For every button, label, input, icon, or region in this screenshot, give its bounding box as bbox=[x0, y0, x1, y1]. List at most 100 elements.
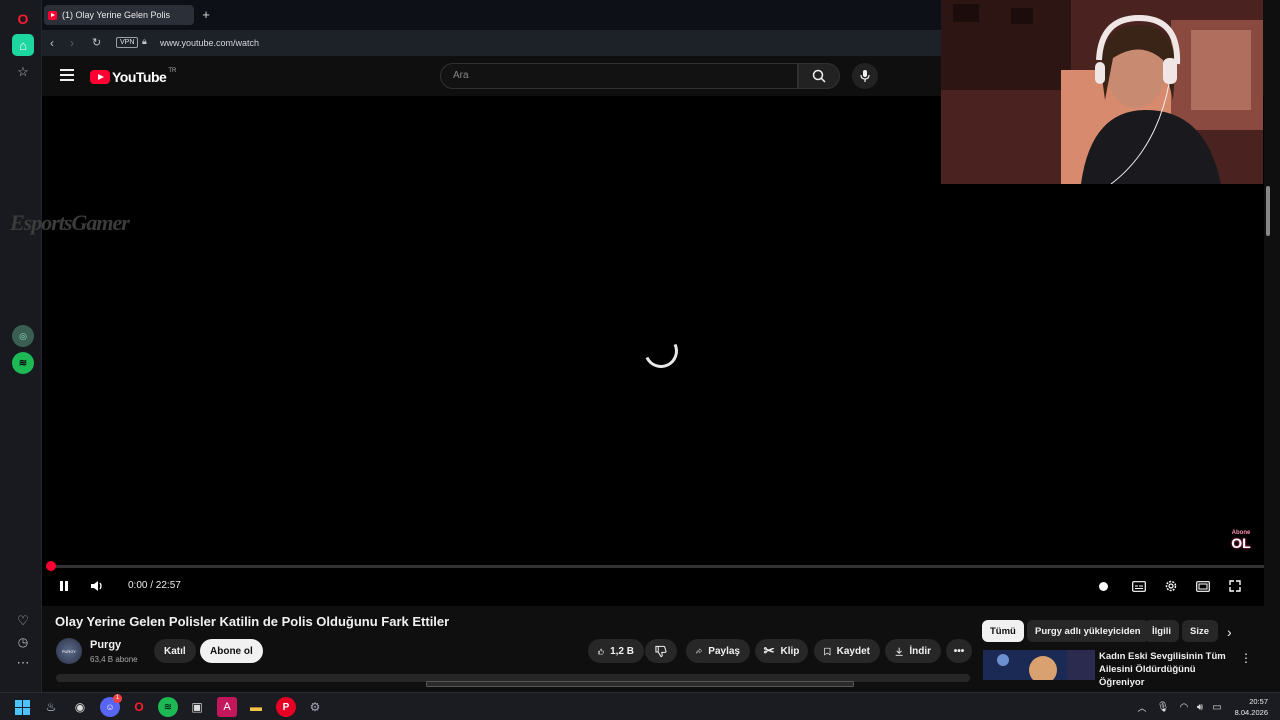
video-title: Olay Yerine Gelen Polisler Katilin de Po… bbox=[55, 614, 450, 629]
pause-icon bbox=[60, 581, 68, 591]
theater-icon bbox=[1196, 580, 1210, 592]
autoplay-toggle[interactable] bbox=[1094, 578, 1112, 594]
more-actions-button[interactable]: ••• bbox=[946, 639, 972, 663]
theater-mode-button[interactable] bbox=[1194, 578, 1212, 594]
region-code: TR bbox=[168, 68, 177, 74]
webcam-overlay bbox=[941, 0, 1263, 184]
tab-title: (1) Olay Yerine Gelen Polis bbox=[62, 10, 171, 20]
search-icon bbox=[812, 69, 826, 83]
recommendation-menu-icon[interactable]: ⋮ bbox=[1240, 651, 1252, 665]
clip-button[interactable]: ✂ Klip bbox=[755, 639, 808, 663]
chip-related[interactable]: İlgili bbox=[1144, 620, 1179, 642]
discord-icon[interactable]: ☺ 1 bbox=[100, 694, 122, 717]
steam-client-icon[interactable]: ⚙ bbox=[305, 697, 325, 717]
address-bar: ‹ › ↻ VPN 🔒︎ www.youtube.com/watch bbox=[42, 30, 942, 56]
streamer-webcam-image bbox=[941, 0, 1263, 184]
gear-icon bbox=[1165, 580, 1177, 592]
url-field[interactable]: www.youtube.com/watch bbox=[160, 38, 259, 48]
forward-icon[interactable]: › bbox=[70, 36, 74, 50]
more-icon[interactable]: ⋯ bbox=[12, 652, 34, 674]
dislike-button[interactable] bbox=[645, 639, 677, 663]
fullscreen-button[interactable] bbox=[1226, 578, 1244, 594]
clock[interactable]: 20:57 8.04.2026 bbox=[1232, 696, 1268, 718]
page-scrollbar[interactable] bbox=[1266, 186, 1270, 236]
subtitles-icon bbox=[1132, 580, 1146, 592]
youtube-favicon-icon bbox=[48, 10, 57, 20]
opera-logo-icon[interactable]: O bbox=[12, 8, 34, 30]
chatgpt-icon[interactable]: ◎ bbox=[12, 325, 34, 347]
voice-search-button[interactable] bbox=[852, 63, 878, 89]
more-icon: ••• bbox=[953, 645, 965, 657]
channel-name[interactable]: Purgy bbox=[90, 639, 121, 651]
opera-sidebar: O ⌂ ☆ ◎ ≋ ♡ ◷ ⋯ bbox=[0, 0, 42, 692]
spotify-taskbar-icon[interactable]: ≋ bbox=[158, 697, 178, 717]
bookmark-icon bbox=[824, 647, 831, 655]
youtube-play-icon bbox=[90, 70, 110, 84]
reload-icon[interactable]: ↻ bbox=[92, 36, 101, 49]
fullscreen-icon bbox=[1229, 580, 1241, 592]
battery-icon[interactable]: ▭ bbox=[1207, 697, 1227, 717]
share-button[interactable]: Paylaş bbox=[686, 639, 750, 663]
tray-chevron-up-icon[interactable]: ︿ bbox=[1132, 697, 1152, 717]
browser-tab[interactable]: (1) Olay Yerine Gelen Polis bbox=[44, 5, 194, 25]
tray-mic-icon[interactable]: 🎙︎ bbox=[1153, 697, 1173, 717]
youtube-logo[interactable]: YouTube TR bbox=[90, 68, 177, 85]
thumbnail-image bbox=[983, 650, 1095, 680]
back-icon[interactable]: ‹ bbox=[50, 36, 54, 50]
tab-bar: (1) Olay Yerine Gelen Polis + bbox=[42, 0, 942, 30]
progress-scrubber[interactable] bbox=[46, 561, 56, 571]
microphone-icon bbox=[860, 70, 870, 82]
obs-icon[interactable]: ◉ bbox=[70, 697, 90, 717]
autoplay-icon bbox=[1098, 581, 1108, 591]
thumbs-up-icon bbox=[598, 648, 604, 654]
opera-gx-icon[interactable]: O bbox=[129, 697, 149, 717]
discord-badge: 1 bbox=[113, 694, 122, 703]
recommendation-thumbnail[interactable] bbox=[983, 650, 1095, 680]
search-input[interactable]: Ara bbox=[440, 63, 798, 89]
join-button[interactable]: Katıl bbox=[154, 639, 196, 663]
subscribe-watermark[interactable]: Abone OL bbox=[1226, 528, 1256, 552]
hamburger-menu-icon[interactable] bbox=[60, 69, 74, 81]
file-explorer-icon[interactable]: ▬ bbox=[246, 697, 266, 717]
save-button[interactable]: Kaydet bbox=[814, 639, 880, 663]
subscribe-button[interactable]: Abone ol bbox=[200, 639, 263, 663]
chip-from-uploader[interactable]: Purgy adlı yükleyiciden bbox=[1027, 620, 1149, 642]
channel-watermark: EsportsGamer bbox=[10, 210, 130, 235]
progress-bar[interactable] bbox=[50, 565, 1264, 568]
pinterest-icon[interactable]: P bbox=[276, 697, 296, 717]
time-display: 0:00 / 22:57 bbox=[128, 580, 181, 591]
steam-icon[interactable]: ♨ bbox=[41, 697, 61, 717]
channel-avatar[interactable]: PURGY bbox=[56, 638, 82, 664]
volume-icon bbox=[91, 581, 102, 591]
recommendation-title[interactable]: Kadın Eski Sevgilisinin Tüm Ailesini Öld… bbox=[1099, 650, 1239, 689]
pause-button[interactable] bbox=[55, 578, 73, 594]
history-icon[interactable]: ◷ bbox=[12, 631, 34, 653]
chip-for-you[interactable]: Size bbox=[1182, 620, 1218, 642]
settings-button[interactable] bbox=[1162, 578, 1180, 594]
like-button[interactable]: 1,2 B bbox=[588, 639, 644, 663]
youtube-header: YouTube TR Ara bbox=[42, 56, 942, 96]
windows-taskbar: ♨ ◉ ☺ 1 O ≋ ▣ A ▬ P ⚙ ︿ 🎙︎ ◠ 🔊︎ ▭ 20:57 8… bbox=[0, 692, 1280, 720]
subscriber-count: 63,4 B abone bbox=[90, 655, 138, 664]
chip-all[interactable]: Tümü bbox=[982, 620, 1024, 642]
windows-start-icon[interactable] bbox=[12, 697, 32, 717]
thumbs-down-icon bbox=[655, 645, 667, 657]
heart-icon[interactable]: ♡ bbox=[12, 610, 34, 632]
download-button[interactable]: İndir bbox=[885, 639, 941, 663]
horizontal-scrollbar[interactable] bbox=[426, 681, 854, 687]
app-icon[interactable]: ▣ bbox=[187, 697, 207, 717]
search-button[interactable] bbox=[798, 63, 840, 89]
home-icon[interactable]: ⌂ bbox=[12, 34, 34, 56]
subtitles-button[interactable] bbox=[1130, 578, 1148, 594]
new-tab-icon[interactable]: + bbox=[200, 8, 212, 21]
chevron-right-icon[interactable]: › bbox=[1227, 624, 1232, 640]
vpn-badge[interactable]: VPN bbox=[116, 37, 139, 48]
share-icon bbox=[696, 648, 703, 654]
lock-icon[interactable]: 🔒︎ bbox=[142, 36, 147, 47]
volume-button[interactable] bbox=[88, 578, 106, 594]
scissors-icon: ✂ bbox=[763, 643, 775, 658]
star-icon[interactable]: ☆ bbox=[12, 61, 34, 83]
spotify-icon[interactable]: ≋ bbox=[12, 352, 34, 374]
download-icon bbox=[895, 647, 903, 656]
affinity-icon[interactable]: A bbox=[217, 697, 237, 717]
